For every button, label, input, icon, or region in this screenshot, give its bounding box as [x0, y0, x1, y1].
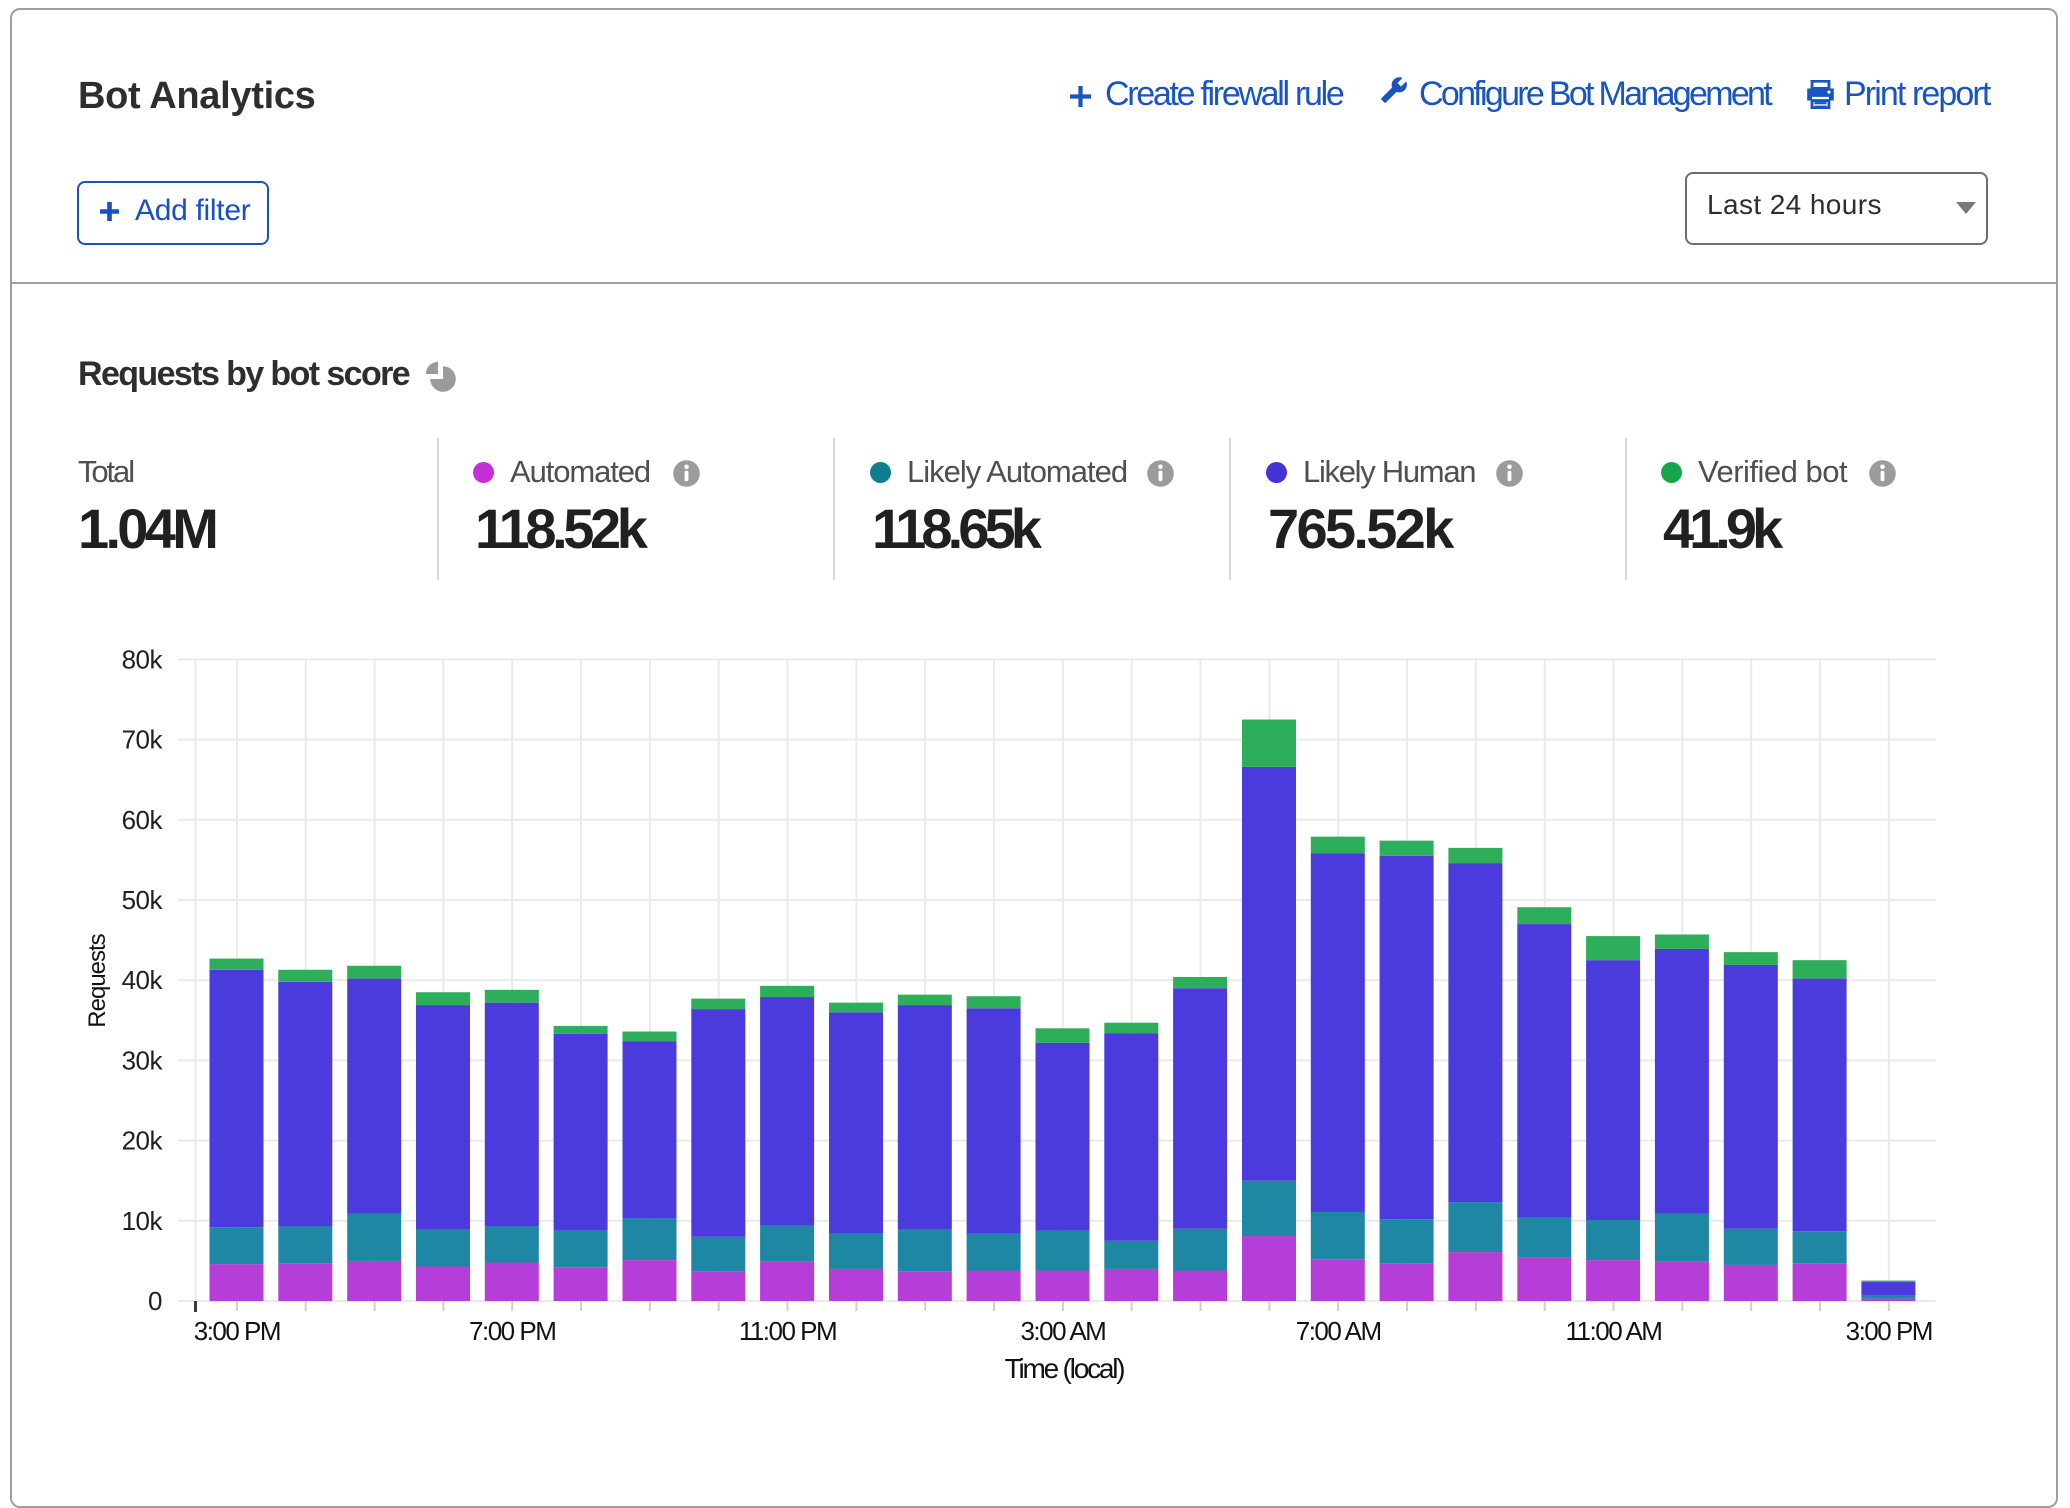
svg-text:7:00 AM: 7:00 AM	[1296, 1316, 1381, 1346]
svg-text:11:00 PM: 11:00 PM	[739, 1316, 836, 1346]
svg-text:20k: 20k	[122, 1126, 164, 1156]
svg-text:Requests: Requests	[84, 933, 111, 1027]
svg-text:40k: 40k	[122, 965, 164, 995]
svg-text:11:00 AM: 11:00 AM	[1566, 1316, 1662, 1346]
svg-text:3:00 PM: 3:00 PM	[194, 1316, 280, 1346]
svg-text:0: 0	[148, 1286, 162, 1316]
svg-text:7:00 PM: 7:00 PM	[469, 1316, 555, 1346]
svg-text:10k: 10k	[122, 1206, 164, 1236]
svg-text:30k: 30k	[122, 1045, 164, 1075]
svg-text:60k: 60k	[122, 805, 164, 835]
svg-text:70k: 70k	[122, 725, 164, 755]
svg-text:3:00 AM: 3:00 AM	[1020, 1316, 1105, 1346]
svg-text:50k: 50k	[122, 885, 164, 915]
svg-text:Time (local): Time (local)	[1005, 1353, 1125, 1384]
svg-text:80k: 80k	[122, 644, 164, 674]
svg-text:3:00 PM: 3:00 PM	[1846, 1316, 1932, 1346]
